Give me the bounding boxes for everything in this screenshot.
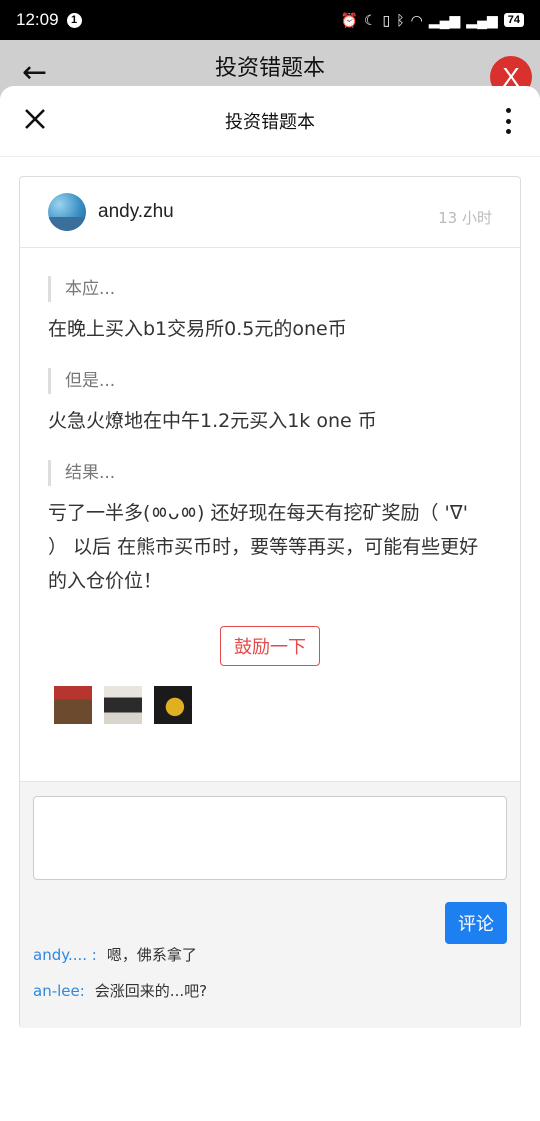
- avatar[interactable]: [104, 686, 142, 724]
- signal-icon-2: ▂▄▆: [466, 11, 498, 28]
- section-text-result: 亏了一半多(ㆀᴗㆀ) 还好现在每天有挖矿奖励（ 'ᐁ' ） 以后 在熊市买币时，…: [48, 502, 479, 592]
- post-author-row: andy.zhu 13 小时: [20, 177, 520, 248]
- liker-avatars: [54, 686, 520, 724]
- section-text-should: 在晚上买入b1交易所0.5元的one币: [48, 318, 347, 340]
- section-label-but: 但是...: [48, 368, 520, 394]
- sheet-header: 投资错题本: [0, 86, 540, 157]
- moon-icon: ☾: [363, 11, 377, 28]
- section-label-should: 本应...: [48, 276, 520, 302]
- comment-list: andy.... : 嗯，佛系拿了 an-lee: 会涨回来的...吧?: [33, 944, 207, 1016]
- battery-icon: 74: [503, 13, 524, 27]
- sheet-title: 投资错题本: [225, 112, 315, 133]
- signal-icon: ▂▄▆: [428, 11, 461, 28]
- comment-text: 会涨回来的...吧?: [94, 982, 208, 1000]
- comment-section: 评论 andy.... : 嗯，佛系拿了 an-lee: 会涨回来的...吧?: [20, 781, 520, 1028]
- comment-text: 嗯，佛系拿了: [106, 946, 197, 964]
- list-item: an-lee: 会涨回来的...吧?: [33, 980, 207, 1016]
- comment-submit-button[interactable]: 评论: [445, 902, 507, 944]
- username[interactable]: andy.zhu: [98, 201, 174, 223]
- section-label-result: 结果...: [48, 460, 520, 486]
- avatar[interactable]: [48, 193, 86, 231]
- wifi-icon: ◠: [410, 11, 423, 28]
- status-bar: 12:09 1 ⏰ ☾ ▯ ᛒ ◠ ▂▄▆ ▂▄▆ 74: [0, 0, 540, 40]
- notification-badge: 1: [66, 12, 82, 28]
- vibrate-icon: ▯: [382, 11, 391, 28]
- modal-sheet: 投资错题本 andy.zhu 13 小时 本应... 在晚上买入b1交易所0.5…: [0, 86, 540, 1121]
- post-content: 本应... 在晚上买入b1交易所0.5元的one币 但是... 火急火燎地在中午…: [20, 248, 520, 724]
- post-time: 13 小时: [438, 209, 492, 227]
- comment-user[interactable]: an-lee:: [33, 982, 85, 1000]
- bluetooth-icon: ᛒ: [396, 12, 405, 28]
- comment-user[interactable]: andy.... :: [33, 946, 97, 964]
- background-app-title: 投资错题本: [214, 56, 325, 81]
- clock: 12:09: [16, 10, 59, 29]
- encourage-button[interactable]: 鼓励一下: [220, 626, 320, 666]
- avatar[interactable]: [54, 686, 92, 724]
- more-options-icon[interactable]: [504, 108, 512, 134]
- alarm-icon: ⏰: [340, 11, 358, 28]
- list-item: andy.... : 嗯，佛系拿了: [33, 944, 207, 980]
- comment-input[interactable]: [33, 796, 507, 880]
- avatar[interactable]: [154, 686, 192, 724]
- section-text-but: 火急火燎地在中午1.2元买入1k one 币: [48, 410, 377, 432]
- post-card: andy.zhu 13 小时 本应... 在晚上买入b1交易所0.5元的one币…: [19, 176, 521, 1028]
